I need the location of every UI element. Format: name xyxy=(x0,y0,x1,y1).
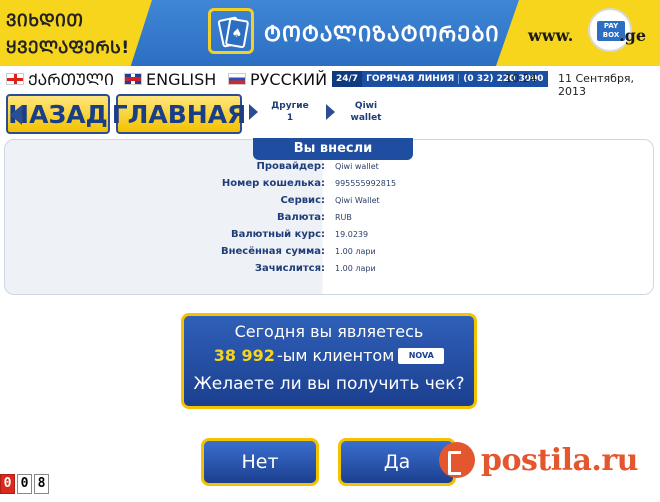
lang-english-label: ENGLISH xyxy=(146,69,217,89)
watermark-text: postila.ru xyxy=(480,442,639,478)
detail-row: Внесённая сумма: 1.00 лари xyxy=(5,246,655,263)
detail-row: Провайдер: Qiwi wallet xyxy=(5,161,655,178)
detail-value: 995555992815 xyxy=(335,179,397,188)
cards-icon: ♠ xyxy=(208,8,254,54)
no-button-label: Нет xyxy=(241,451,279,473)
prompt-question: Желаете ли вы получить чек? xyxy=(193,374,465,394)
timer-digit: 0 xyxy=(17,474,32,494)
promo-line-2: ᲧᲕᲔᲚᲐᲤᲔᲠᲡ! xyxy=(6,38,130,58)
yes-button-label: Да xyxy=(383,451,411,473)
lang-georgian-label: ᲥᲐᲠᲗᲣᲚᲘ xyxy=(28,70,115,89)
breadcrumb-arrow-icon xyxy=(249,104,258,120)
home-button[interactable]: ГЛАВНАЯ xyxy=(112,94,246,134)
russia-flag-icon xyxy=(228,73,246,85)
site-logo: www. PAY BOX .ge xyxy=(496,0,660,66)
detail-row: Номер кошелька: 995555992815 xyxy=(5,178,655,195)
breadcrumb-item-others[interactable]: Другие 1 xyxy=(268,100,312,124)
customer-count: 38 992 xyxy=(213,346,275,365)
detail-label: Номер кошелька: xyxy=(221,178,325,189)
detail-row: Сервис: Qiwi Wallet xyxy=(5,195,655,212)
detail-label: Зачислится: xyxy=(254,263,325,274)
countdown-timer: 0 0 8 xyxy=(0,474,49,494)
prompt-line-2-suffix: -ым клиентом xyxy=(276,346,395,365)
detail-label: Валютный курс: xyxy=(230,229,325,240)
hotline-tag: 24/7 xyxy=(332,71,363,87)
no-button[interactable]: Нет xyxy=(201,438,319,486)
nova-logo: NOVA xyxy=(398,347,445,364)
payment-details-panel: Вы внесли Провайдер: Qiwi wallet Номер к… xyxy=(4,138,655,295)
uk-flag-icon xyxy=(124,73,142,85)
timer-digit: 8 xyxy=(34,474,49,494)
site-www: www. xyxy=(528,26,574,45)
detail-label: Валюта: xyxy=(277,212,325,223)
detail-value: 1.00 лари xyxy=(335,247,376,256)
detail-row: Валютный курс: 19.0239 xyxy=(5,229,655,246)
home-button-label: ГЛАВНАЯ xyxy=(111,99,247,129)
header-banner: ᲕᲘᲮᲓᲘᲗ ᲧᲕᲔᲚᲐᲤᲔᲠᲡ! ♠ ᲢᲝᲢᲐᲚᲘᲖᲐᲢᲝᲠᲔᲑᲘ www. … xyxy=(0,0,660,66)
detail-label: Внесённая сумма: xyxy=(220,246,325,257)
detail-value: Qiwi wallet xyxy=(335,162,379,171)
detail-value: 1.00 лари xyxy=(335,264,376,273)
breadcrumb-line: wallet xyxy=(350,113,382,123)
breadcrumb-line: 1 xyxy=(286,113,294,123)
georgia-flag-icon xyxy=(6,73,24,85)
breadcrumb-line: Qiwi xyxy=(354,101,378,111)
lang-georgian[interactable]: ᲥᲐᲠᲗᲣᲚᲘ xyxy=(6,69,114,89)
detail-label: Сервис: xyxy=(280,195,325,206)
lang-russian-label: РУССКИЙ xyxy=(250,69,328,89)
timer-digit: 0 xyxy=(0,474,15,494)
section-title: ᲢᲝᲢᲐᲚᲘᲖᲐᲢᲝᲠᲔᲑᲘ xyxy=(264,22,500,46)
receipt-prompt: Сегодня вы являетесь 38 992 -ым клиентом… xyxy=(181,313,477,409)
back-button-label: НАЗАД xyxy=(8,99,108,129)
card-spade-icon: ♠ xyxy=(224,17,250,49)
clock-date: 11 Сентября, 2013 xyxy=(558,72,635,98)
breadcrumb-arrow-icon xyxy=(326,104,335,120)
detail-value: 19.0239 xyxy=(335,230,369,239)
detail-row: Зачислится: 1.00 лари xyxy=(5,263,655,280)
breadcrumb-item-qiwi[interactable]: Qiwi wallet xyxy=(344,100,388,124)
promo-banner: ᲕᲘᲮᲓᲘᲗ ᲧᲕᲔᲚᲐᲤᲔᲠᲡ! xyxy=(0,0,152,66)
detail-value: RUB xyxy=(335,213,352,222)
detail-value: Qiwi Wallet xyxy=(335,196,380,205)
prompt-line-1: Сегодня вы являетесь xyxy=(234,322,424,341)
prompt-line-2: 38 992 -ым клиентом NOVA xyxy=(184,346,474,365)
language-bar: ᲥᲐᲠᲗᲣᲚᲘ ENGLISH РУССКИЙ 24/7 ГОРЯЧАЯ ЛИН… xyxy=(0,69,660,98)
clock-time: 10:24 xyxy=(505,72,537,85)
postila-logo-icon xyxy=(438,442,475,478)
promo-line-1: ᲕᲘᲮᲓᲘᲗ xyxy=(6,11,84,31)
lang-russian[interactable]: РУССКИЙ xyxy=(228,69,327,89)
detail-label: Провайдер: xyxy=(256,161,326,172)
detail-row: Валюта: RUB xyxy=(5,212,655,229)
site-ge: .ge xyxy=(619,26,646,45)
hotline-label: ГОРЯЧАЯ ЛИНИЯ xyxy=(366,74,455,84)
lang-english[interactable]: ENGLISH xyxy=(124,69,216,89)
watermark: postila.ru xyxy=(438,442,639,478)
panel-title: Вы внесли xyxy=(253,138,413,160)
breadcrumb-line: Другие xyxy=(271,101,309,111)
back-button[interactable]: НАЗАД xyxy=(6,94,110,134)
